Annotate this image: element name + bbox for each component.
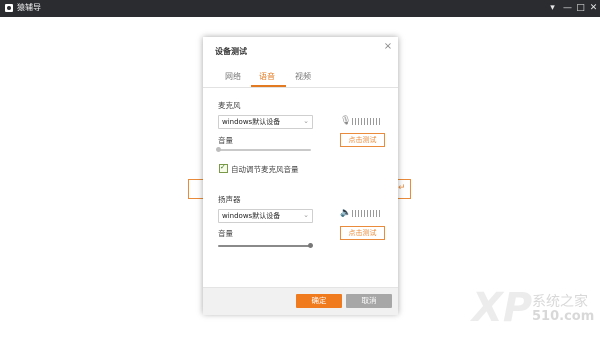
auto-adjust-checkbox[interactable]: ✓ bbox=[219, 163, 228, 173]
microphone-label: 麦克风 bbox=[218, 101, 241, 110]
minimize-button[interactable]: — bbox=[561, 1, 574, 16]
speaker-icon: 🔈 bbox=[340, 208, 352, 218]
app-logo-icon bbox=[5, 4, 13, 12]
cancel-button[interactable]: 取消 bbox=[346, 294, 392, 308]
speaker-test-button[interactable]: 点击测试 bbox=[340, 226, 385, 240]
microphone-volume-knob[interactable] bbox=[216, 147, 221, 152]
microphone-test-button[interactable]: 点击测试 bbox=[340, 133, 385, 147]
enter-arrow-icon: ↵ bbox=[398, 183, 406, 193]
close-window-button[interactable]: ✕ bbox=[587, 1, 600, 16]
app-title: 猿辅导 bbox=[17, 3, 41, 12]
chevron-down-icon: ⌄ bbox=[303, 117, 309, 125]
chevron-down-icon: ⌄ bbox=[303, 211, 309, 219]
speaker-device-value: windows默认设备 bbox=[222, 212, 281, 220]
speaker-volume-knob[interactable] bbox=[308, 243, 313, 248]
device-test-dialog: 设备测试 × 网络 语音 视频 麦克风 windows默认设备 ⌄ 音量 ✓ 自… bbox=[203, 37, 398, 315]
maximize-button[interactable]: □ bbox=[574, 1, 587, 16]
close-icon[interactable]: × bbox=[382, 41, 394, 53]
microphone-device-select[interactable]: windows默认设备 ⌄ bbox=[218, 115, 313, 129]
microphone-volume-slider[interactable] bbox=[216, 147, 311, 152]
microphone-volume-label: 音量 bbox=[218, 136, 233, 145]
tab-audio[interactable]: 语音 bbox=[259, 71, 275, 82]
dropdown-menu-button[interactable]: ▾ bbox=[546, 1, 559, 16]
tab-network[interactable]: 网络 bbox=[225, 71, 241, 82]
confirm-button[interactable]: 确定 bbox=[296, 294, 342, 308]
speaker-volume-label: 音量 bbox=[218, 229, 233, 238]
microphone-device-value: windows默认设备 bbox=[222, 118, 281, 126]
watermark-logo: XP bbox=[472, 285, 533, 331]
tab-video[interactable]: 视频 bbox=[295, 71, 311, 82]
microphone-icon: 🎙 bbox=[340, 116, 352, 126]
microphone-level-meter: 🎙 bbox=[340, 116, 382, 126]
speaker-label: 扬声器 bbox=[218, 195, 241, 204]
checkmark-icon: ✓ bbox=[220, 163, 226, 171]
tab-bar: 网络 语音 视频 bbox=[203, 68, 398, 88]
dialog-footer: 确定 取消 bbox=[203, 287, 398, 315]
auto-adjust-label: 自动调节麦克风音量 bbox=[231, 165, 299, 174]
active-tab-indicator bbox=[251, 85, 286, 87]
watermark-site-num: 510.com bbox=[532, 309, 595, 324]
dialog-title: 设备测试 bbox=[215, 47, 247, 56]
speaker-volume-slider[interactable] bbox=[218, 243, 313, 248]
app-titlebar: 猿辅导 ▾ — □ ✕ bbox=[0, 0, 600, 17]
watermark-site-name: 系统之家 bbox=[532, 294, 588, 310]
speaker-device-select[interactable]: windows默认设备 ⌄ bbox=[218, 209, 313, 223]
speaker-level-meter: 🔈 bbox=[340, 208, 382, 218]
